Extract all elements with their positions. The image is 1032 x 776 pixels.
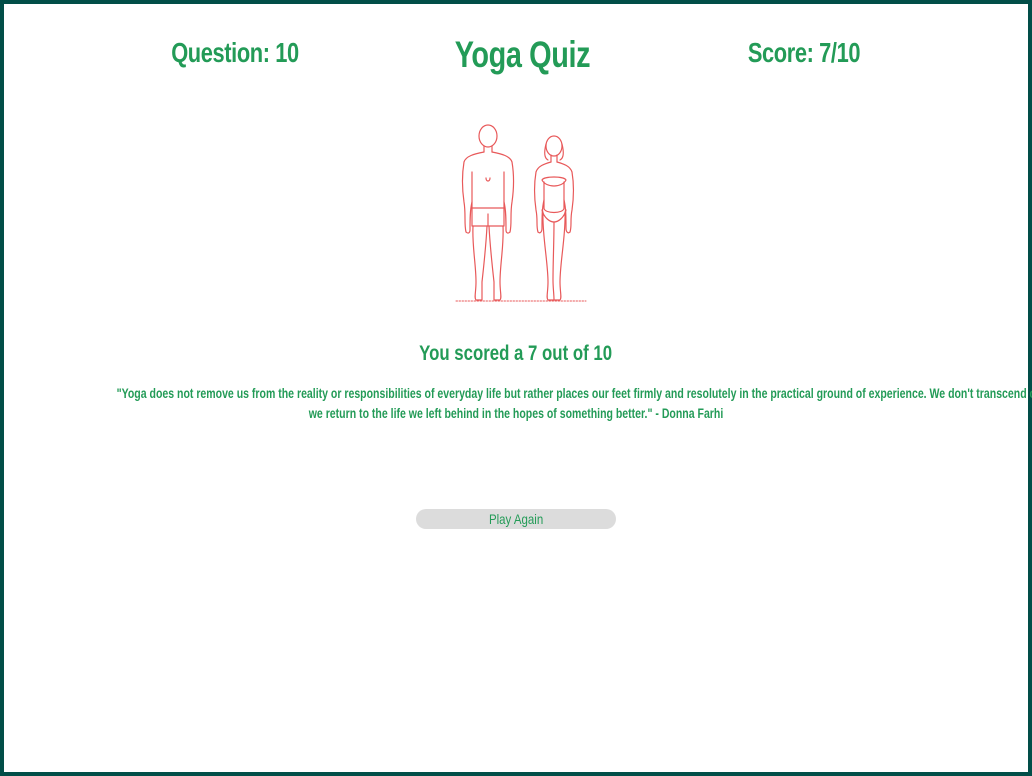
quote-line-1: "Yoga does not remove us from the realit… [116, 386, 1032, 401]
quote-line-2: we return to the life we left behind in … [308, 406, 724, 421]
result-text: You scored a 7 out of 10 [419, 342, 613, 365]
play-again-button[interactable]: Play Again [416, 509, 616, 529]
result-message: You scored a 7 out of 10 [4, 342, 1028, 366]
play-again-label: Play Again [488, 511, 544, 527]
quiz-header: Question: 10 Yoga Quiz Score: 7/10 [4, 4, 1028, 104]
human-figures-icon [452, 122, 592, 308]
score-counter: Score: 7/10 [747, 37, 861, 68]
app-frame: Question: 10 Yoga Quiz Score: 7/10 You s… [0, 0, 1032, 776]
page-title: Yoga Quiz [454, 34, 591, 75]
female-figure [533, 135, 575, 301]
question-counter: Question: 10 [171, 37, 299, 68]
male-figure [461, 124, 515, 301]
yoga-quote: "Yoga does not remove us from the realit… [4, 384, 1032, 424]
